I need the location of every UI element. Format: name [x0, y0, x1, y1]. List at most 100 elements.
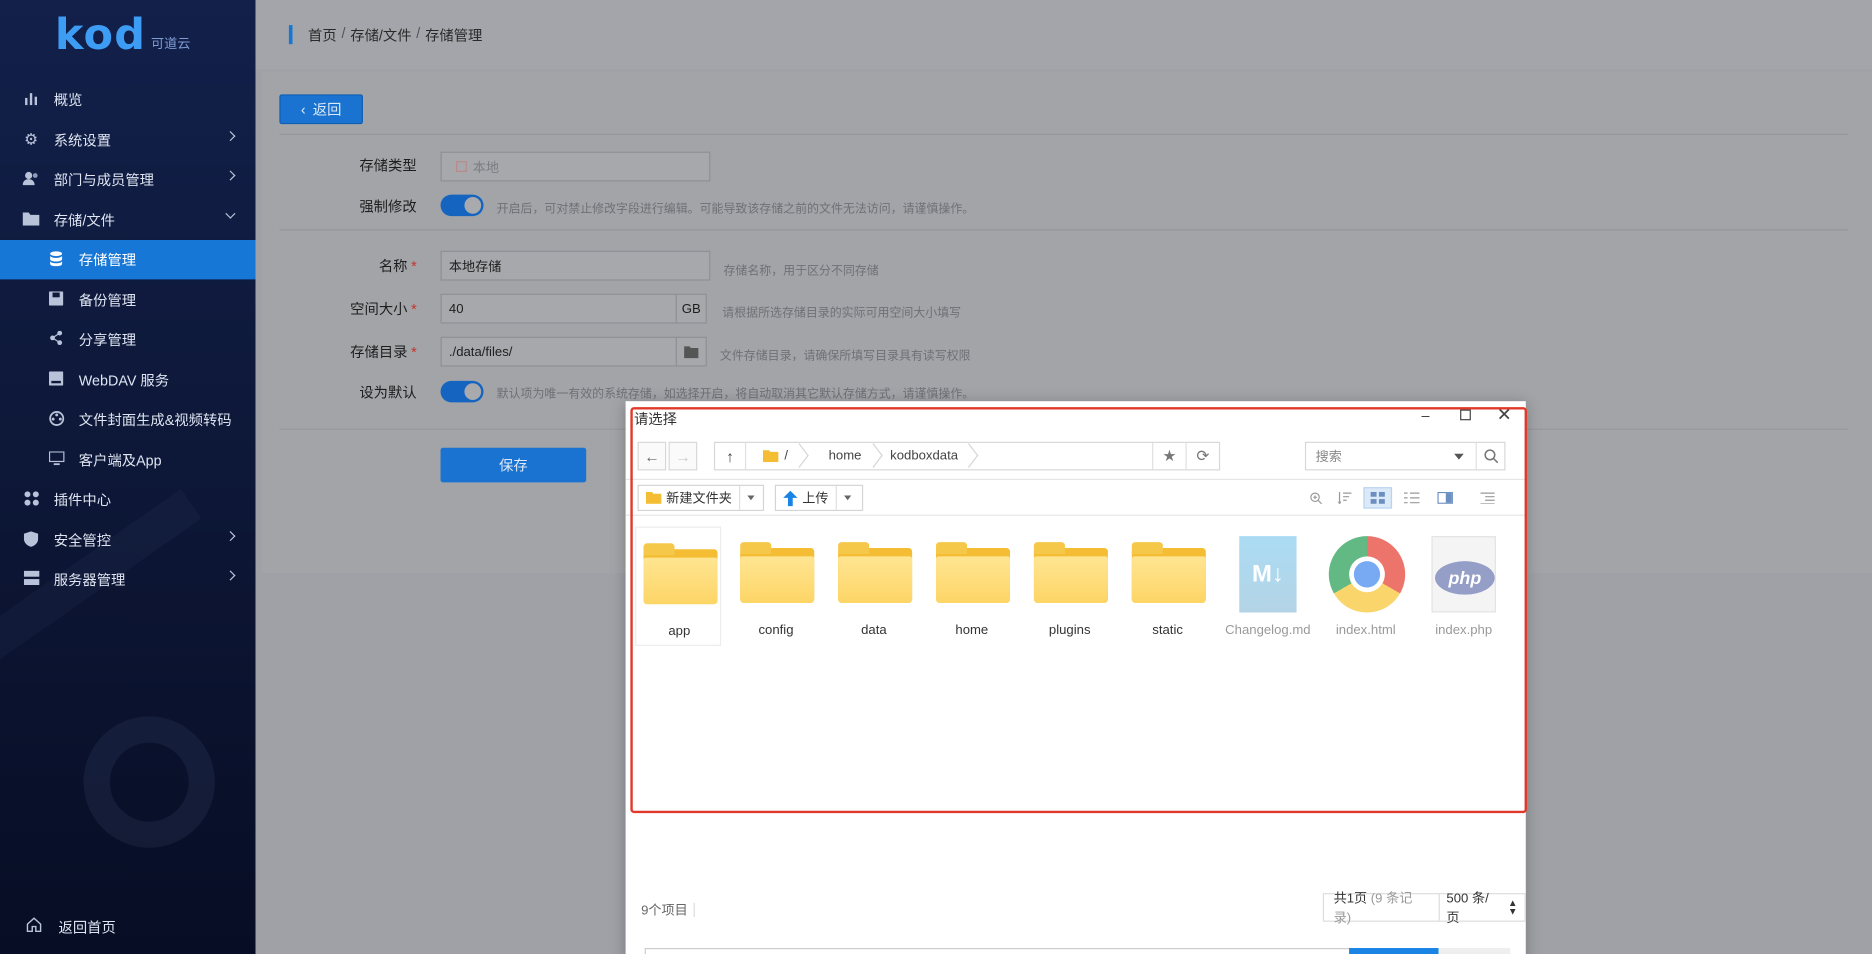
folder-icon [643, 543, 718, 605]
directory-input[interactable]: ./data/files/ [440, 336, 677, 367]
upload-label: 上传 [802, 491, 829, 507]
minimize-icon[interactable]: – [1417, 407, 1434, 424]
sidebar-item-label: 部门与成员管理 [53, 171, 155, 189]
sidebar-item-server[interactable]: 服务器管理 [0, 560, 255, 599]
sidebar-item-label: 安全管控 [53, 532, 112, 550]
sidebar-item-plugins[interactable]: 插件中心 [0, 480, 255, 519]
chevron-right-icon [225, 570, 236, 581]
file-item-php[interactable]: php index.php [1421, 527, 1507, 646]
path-segment-root[interactable]: / [746, 443, 807, 469]
cancel-button[interactable] [1438, 948, 1511, 954]
file-item-folder[interactable]: plugins [1027, 527, 1113, 646]
outline-icon[interactable] [1473, 487, 1502, 508]
default-toggle[interactable] [440, 380, 484, 403]
name-input[interactable]: 本地存储 [440, 250, 711, 281]
new-folder-main[interactable]: 新建文件夹 [639, 485, 741, 510]
force-edit-hint: 开启后，可对禁止修改字段进行编辑。可能导致该存储之前的文件无法访问，请谨慎操作。 [496, 202, 975, 217]
split-view-icon[interactable] [1430, 487, 1459, 508]
file-item-folder[interactable]: data [831, 527, 917, 646]
file-item-folder[interactable]: static [1125, 527, 1211, 646]
grid-view-icon[interactable] [1363, 487, 1393, 509]
sidebar-item-backup[interactable]: 备份管理 [0, 281, 255, 320]
item-count: 9个项目 [641, 900, 696, 919]
size-unit: GB [675, 293, 707, 324]
path-segment-kodboxdata[interactable]: kodboxdata [881, 443, 978, 469]
zoom-icon[interactable] [1301, 487, 1330, 508]
per-page-select[interactable]: 500 条/页 ▲ ▼ [1438, 892, 1525, 925]
refresh-icon[interactable]: ⟳ [1185, 442, 1219, 470]
divider [279, 133, 1849, 135]
search-input[interactable]: 搜索 [1316, 447, 1454, 466]
sidebar-item-transcoding[interactable]: 文件封面生成&视频转码 [0, 400, 255, 439]
sidebar-item-system-settings[interactable]: ⚙ 系统设置 [0, 121, 255, 160]
up-arrow-icon[interactable]: ↑ [715, 442, 747, 470]
directory-hint: 文件存储目录，请确保所填写目录具有读写权限 [719, 349, 971, 363]
chevron-left-icon: ‹ [300, 100, 306, 118]
folder-icon [838, 542, 913, 604]
file-item-folder[interactable]: config [733, 527, 819, 646]
maximize-icon[interactable] [1457, 407, 1474, 424]
search-dropdown-icon[interactable] [1454, 453, 1464, 460]
folder-icon [1131, 542, 1206, 604]
sidebar-item-label: 存储/文件 [53, 212, 116, 230]
save-button[interactable]: 保存 [440, 447, 587, 483]
per-page-value: 500 条/页 [1446, 891, 1489, 926]
back-arrow-icon[interactable]: ← [637, 441, 667, 471]
toolbar-divider [625, 478, 1526, 480]
folder-browse-button[interactable] [675, 336, 707, 367]
star-icon[interactable]: ★ [1152, 442, 1185, 470]
forward-arrow-icon[interactable]: → [668, 441, 698, 471]
search-box[interactable]: 搜索 [1304, 441, 1506, 471]
file-name: app [668, 624, 691, 639]
file-name: config [758, 623, 794, 638]
sidebar-item-label: 存储管理 [78, 251, 137, 269]
dialog-title: 请选择 [633, 410, 677, 428]
storage-type-value: 本地 [472, 160, 500, 175]
file-item-markdown[interactable]: M↓ Changelog.md [1225, 527, 1311, 646]
breadcrumb-storage[interactable]: 存储/文件 [350, 25, 411, 45]
file-item-folder[interactable]: home [929, 527, 1015, 646]
list-view-icon[interactable] [1397, 487, 1426, 508]
force-edit-toggle[interactable] [440, 194, 484, 217]
path-bar[interactable]: ↑ / home kodboxdata ★ ⟳ [713, 441, 1221, 471]
close-icon[interactable]: ✕ [1496, 406, 1513, 424]
gear-icon: ⚙ [24, 130, 38, 149]
breadcrumb-home[interactable]: 首页 [308, 25, 337, 45]
logo[interactable]: kod 可道云 [55, 11, 190, 60]
path-segment-home[interactable]: home [807, 443, 880, 469]
chevron-down-icon [225, 208, 236, 219]
size-input[interactable]: 40 [440, 293, 677, 324]
sort-icon[interactable] [1330, 487, 1359, 508]
sidebar-item-departments[interactable]: 部门与成员管理 [0, 160, 255, 199]
ok-button[interactable] [1349, 948, 1439, 954]
upload-main[interactable]: 上传 [776, 485, 837, 510]
top-bar [255, 0, 1872, 70]
shield-icon [23, 531, 40, 548]
sidebar-item-security[interactable]: 安全管控 [0, 521, 255, 560]
sidebar-decoration-ring [83, 716, 215, 848]
sidebar-item-label: 文件封面生成&视频转码 [78, 411, 232, 429]
sidebar-item-label: 客户端及App [78, 452, 162, 470]
back-button[interactable]: ‹ 返回 [279, 94, 363, 125]
chevron-right-icon [225, 131, 236, 142]
sidebar-item-storage-management[interactable]: 存储管理 [0, 239, 256, 280]
search-icon[interactable] [1475, 442, 1505, 470]
folder-icon [684, 345, 699, 358]
chevron-down-icon[interactable] [837, 495, 858, 501]
storage-type-icon [456, 161, 467, 172]
updown-icon: ▲ ▼ [1507, 897, 1518, 917]
upload-button[interactable]: 上传 [774, 484, 864, 512]
sidebar-item-share[interactable]: 分享管理 [0, 320, 255, 359]
sidebar-item-clients[interactable]: 客户端及App [0, 441, 255, 480]
selected-path-input[interactable] [644, 948, 1352, 954]
sidebar-item-webdav[interactable]: WebDAV 服务 [0, 361, 255, 400]
sidebar-item-overview[interactable]: 概览 [0, 80, 255, 119]
file-item-html[interactable]: index.html [1323, 527, 1409, 646]
new-folder-button[interactable]: 新建文件夹 [637, 484, 765, 512]
file-name: home [955, 623, 989, 638]
file-item-folder[interactable]: app [635, 526, 722, 646]
chevron-down-icon[interactable] [740, 495, 761, 501]
directory-label: 存储目录 * [309, 341, 416, 361]
back-home-link[interactable]: 返回首页 [0, 907, 255, 946]
sidebar-item-storage[interactable]: 存储/文件 [0, 201, 255, 240]
